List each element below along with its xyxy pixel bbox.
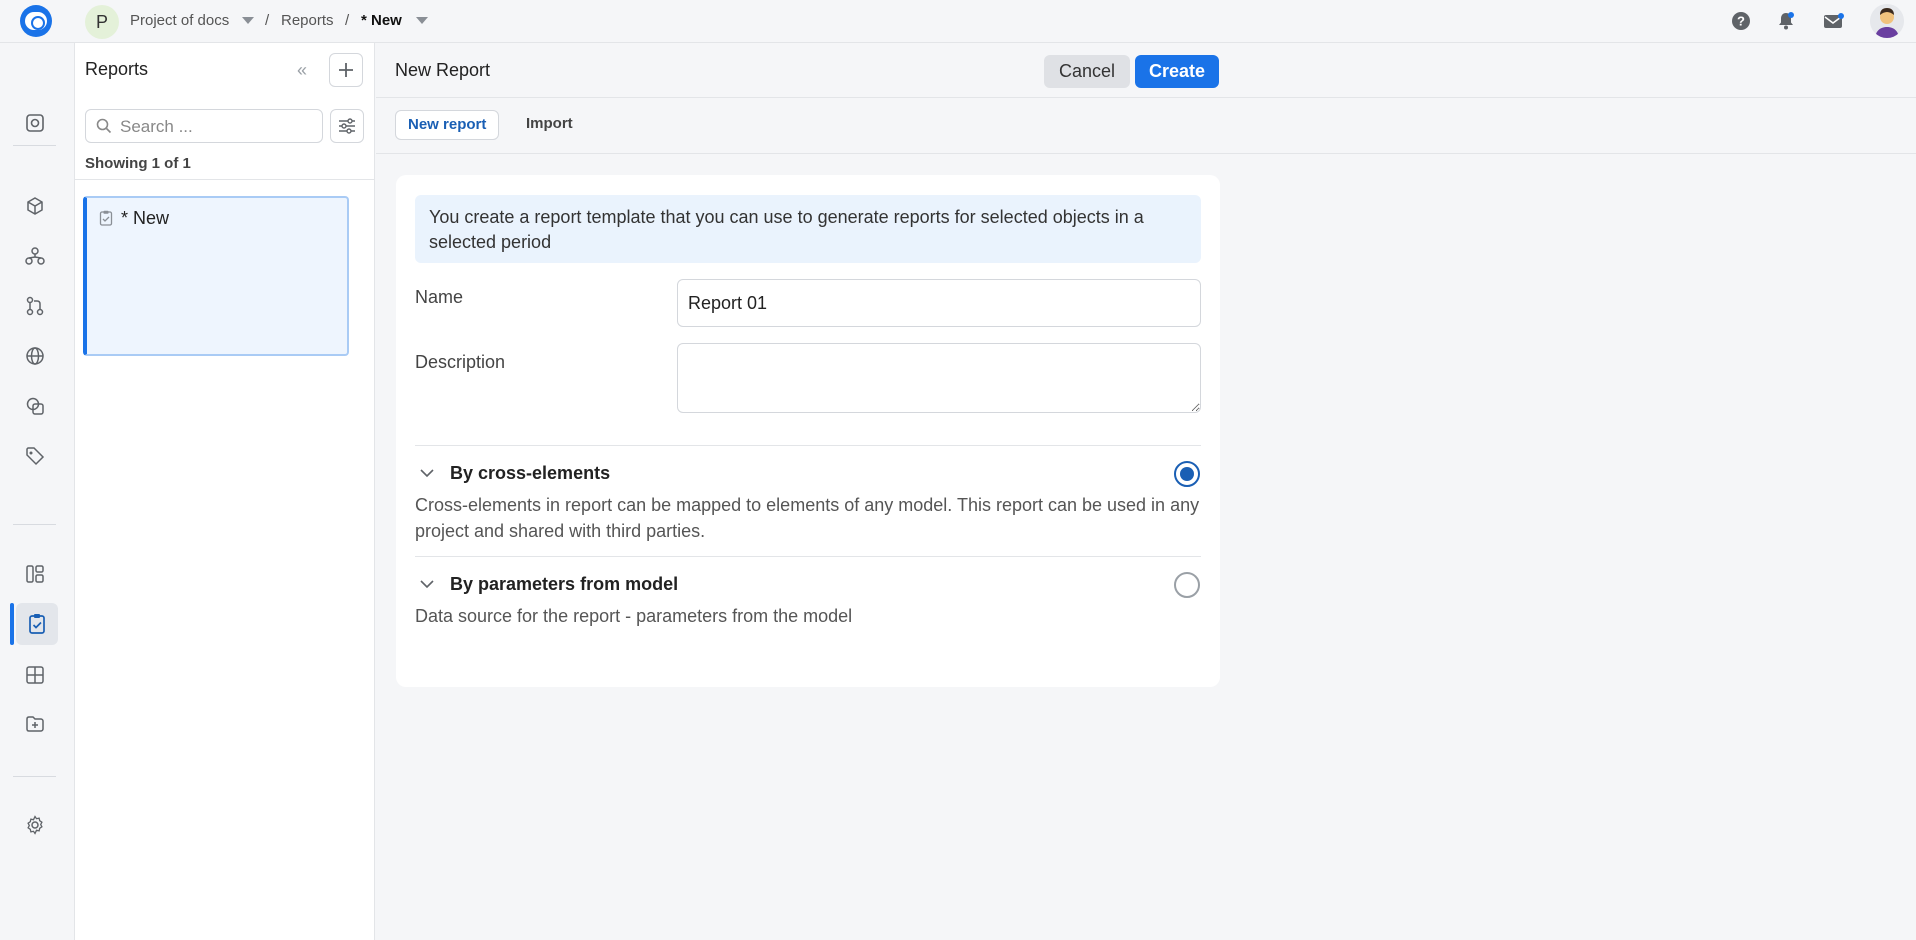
create-button[interactable]: Create (1135, 55, 1219, 88)
report-icon (99, 210, 113, 226)
report-form: You create a report template that you ca… (396, 175, 1220, 687)
home-icon[interactable] (20, 108, 50, 138)
option-parameters-description: Data source for the report - parameters … (415, 606, 853, 626)
mail-icon[interactable] (1822, 10, 1846, 32)
tab-import[interactable]: Import (514, 110, 585, 140)
top-bar: P Project of docs / Reports / * New ? (0, 0, 1916, 43)
breadcrumb-separator: / (345, 12, 350, 29)
nav-rail (0, 43, 75, 940)
globe-icon[interactable] (20, 341, 50, 371)
collapse-panel-icon[interactable]: « (297, 61, 317, 81)
description-label: Description (415, 352, 506, 372)
plus-icon (339, 63, 353, 77)
page-title: New Report (395, 60, 491, 80)
name-field[interactable] (677, 279, 1201, 327)
chevron-down-icon[interactable] (419, 465, 435, 481)
breadcrumb-current: * New (361, 12, 402, 29)
project-avatar[interactable]: P (85, 5, 119, 39)
breadcrumb-reports[interactable]: Reports (281, 12, 334, 29)
sliders-icon (339, 118, 355, 134)
project-dropdown-icon[interactable] (242, 17, 254, 24)
list-item-title: * New (121, 208, 170, 228)
main-header: New Report Cancel Create (376, 43, 1916, 98)
user-avatar[interactable] (1870, 4, 1904, 38)
dashboard-icon[interactable] (20, 559, 50, 589)
results-count: Showing 1 of 1 (85, 155, 191, 172)
option-parameters-radio[interactable] (1174, 572, 1200, 598)
settings-icon[interactable] (20, 810, 50, 840)
list-item[interactable]: * New (83, 196, 349, 356)
cancel-button[interactable]: Cancel (1044, 55, 1130, 88)
reports-panel: Reports « Showing 1 of 1 * New (75, 43, 375, 940)
tag-icon[interactable] (20, 441, 50, 471)
grid-icon[interactable] (20, 660, 50, 690)
option-cross-elements-title: By cross-elements (450, 463, 611, 483)
search-box[interactable] (85, 109, 323, 143)
option-parameters-title: By parameters from model (450, 574, 679, 594)
folder-add-icon[interactable] (20, 709, 50, 739)
current-dropdown-icon[interactable] (416, 17, 428, 24)
chevron-down-icon[interactable] (419, 576, 435, 592)
svg-text:?: ? (1737, 14, 1745, 29)
hierarchy-icon[interactable] (20, 241, 50, 271)
info-message: You create a report template that you ca… (415, 195, 1201, 263)
breadcrumb-project[interactable]: Project of docs (130, 12, 229, 29)
cube-icon[interactable] (20, 191, 50, 221)
name-label: Name (415, 287, 464, 307)
bell-icon[interactable] (1774, 10, 1798, 32)
option-cross-elements-description: Cross-elements in report can be mapped t… (415, 495, 1200, 541)
tab-bar: New report Import (376, 98, 1916, 154)
option-cross-elements-radio[interactable] (1174, 461, 1200, 487)
panel-title: Reports (85, 59, 149, 79)
breadcrumb-separator: / (265, 12, 270, 29)
help-icon[interactable]: ? (1729, 10, 1753, 32)
add-report-button[interactable] (329, 53, 363, 87)
search-icon (96, 118, 112, 134)
reports-icon[interactable] (16, 603, 58, 645)
app-logo-icon[interactable] (20, 5, 52, 37)
description-field[interactable] (677, 343, 1201, 413)
tab-new-report[interactable]: New report (395, 110, 500, 140)
filter-button[interactable] (330, 109, 364, 143)
shapes-icon[interactable] (20, 391, 50, 421)
search-input[interactable] (120, 116, 316, 138)
branch-icon[interactable] (20, 291, 50, 321)
